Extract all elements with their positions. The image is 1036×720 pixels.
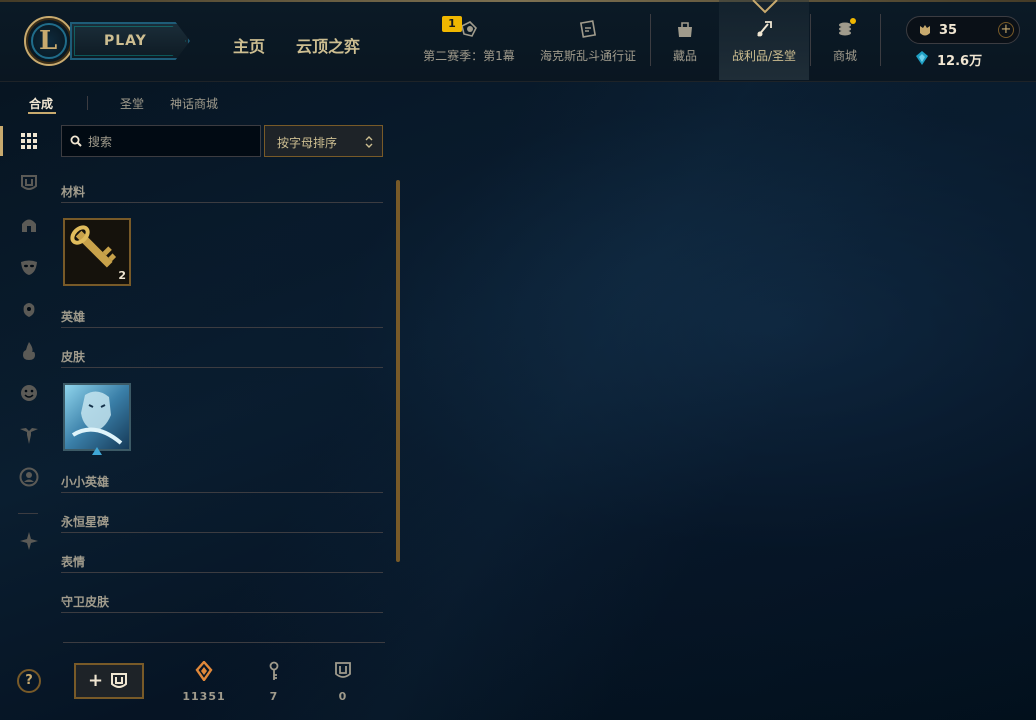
- chests-value: 0: [338, 690, 348, 703]
- section-skins-title: 皮肤: [61, 350, 86, 364]
- blue-essence-icon: [916, 51, 928, 65]
- help-button[interactable]: ?: [17, 669, 41, 693]
- keys-value: 7: [269, 690, 279, 703]
- section-champions-title: 英雄: [61, 310, 86, 324]
- skin-splash-image: [65, 385, 129, 449]
- crafting-star-icon[interactable]: [18, 530, 40, 552]
- skin-mask-icon[interactable]: [18, 256, 40, 278]
- nav-home[interactable]: 主页: [233, 33, 265, 57]
- section-little-legends-title: 小小英雄: [61, 475, 110, 489]
- champion-helmet-icon[interactable]: [18, 214, 40, 236]
- section-emotes-title: 表情: [61, 555, 86, 569]
- chest-icon: [335, 662, 351, 678]
- section-divider: [61, 367, 383, 368]
- play-button[interactable]: PLAY: [70, 22, 190, 60]
- nav-divider: [880, 14, 881, 66]
- rail-divider: [18, 513, 38, 514]
- active-tab-indicator: [28, 112, 56, 114]
- active-tab-arrow-icon: [752, 0, 778, 14]
- nav-tft[interactable]: 云顶之弈: [296, 33, 360, 57]
- season-badge: 1: [442, 16, 462, 32]
- section-ward-skins-title: 守卫皮肤: [61, 595, 110, 609]
- orange-essence-value: 11351: [182, 690, 226, 703]
- nav-store[interactable]: 商城: [820, 0, 870, 80]
- ward-icon[interactable]: [18, 424, 40, 446]
- coins-icon: [839, 18, 856, 36]
- nav-season[interactable]: 第二赛季：第1幕: [414, 0, 524, 80]
- rp-icon: [920, 25, 930, 36]
- tab-divider: [87, 96, 88, 110]
- tab-craft[interactable]: 合成: [29, 95, 53, 112]
- tab-sanctum[interactable]: 圣堂: [120, 95, 144, 112]
- nav-divider: [810, 14, 811, 66]
- section-divider: [61, 202, 383, 203]
- chest-icon: [111, 673, 127, 688]
- section-divider: [61, 612, 383, 613]
- chest-icon[interactable]: [18, 172, 40, 194]
- tab-mythic-shop[interactable]: 神话商城: [170, 95, 218, 112]
- key-icon: [269, 661, 279, 680]
- eternals-flame-icon[interactable]: [18, 340, 40, 362]
- chevron-updown-icon: [365, 136, 373, 148]
- search-icon: [70, 135, 82, 147]
- bottom-divider: [63, 642, 385, 643]
- sort-dropdown[interactable]: 按字母排序: [264, 125, 383, 157]
- grid-icon[interactable]: [18, 130, 40, 152]
- section-divider: [61, 492, 383, 493]
- rail-active-indicator: [0, 126, 3, 156]
- loot-icon: [757, 21, 772, 37]
- skin-shard-tile[interactable]: [63, 383, 131, 451]
- section-materials-title: 材料: [61, 185, 86, 199]
- nav-collection[interactable]: 藏品: [660, 0, 710, 80]
- add-chest-button[interactable]: +: [74, 663, 144, 699]
- loot-scrollbar[interactable]: [396, 180, 400, 562]
- lol-logo-icon[interactable]: L: [24, 16, 74, 66]
- section-divider: [61, 327, 383, 328]
- section-eternals-title: 永恒星碑: [61, 515, 110, 529]
- section-divider: [61, 572, 383, 573]
- blue-essence-value: 12.6万: [937, 54, 983, 69]
- rp-wallet[interactable]: 35 +: [906, 16, 1020, 44]
- search-input[interactable]: [88, 132, 253, 152]
- little-legend-icon[interactable]: [18, 298, 40, 320]
- top-bar: L PLAY 主页 云顶之弈 第二赛季：第1幕 1 海克斯乱斗通行证 藏品 战利…: [0, 0, 1036, 82]
- pass-icon: [579, 20, 597, 38]
- collection-icon: [678, 22, 692, 37]
- orange-essence-icon: [195, 661, 213, 681]
- emote-icon[interactable]: [18, 382, 40, 404]
- rarity-triangle-icon: [92, 447, 102, 455]
- plus-icon: +: [88, 670, 104, 691]
- buy-rp-button[interactable]: +: [998, 22, 1014, 38]
- profile-icon[interactable]: [18, 466, 40, 488]
- section-divider: [61, 532, 383, 533]
- nav-divider: [650, 14, 651, 66]
- search-box: [61, 125, 261, 157]
- nav-pass[interactable]: 海克斯乱斗通行证: [534, 0, 642, 80]
- key-fragment-tile[interactable]: 2: [63, 218, 131, 286]
